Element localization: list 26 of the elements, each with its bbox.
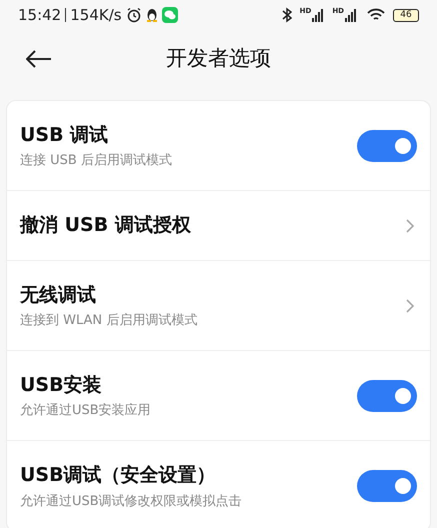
signal-icon bbox=[345, 8, 357, 22]
setting-title: USB 调试 bbox=[20, 122, 110, 148]
toggle-switch[interactable] bbox=[357, 470, 417, 502]
network-speed: 154K/s bbox=[70, 4, 122, 26]
page-title: 开发者选项 bbox=[165, 45, 272, 72]
status-time: 15:42 bbox=[18, 4, 62, 26]
setting-title: 无线调试 bbox=[20, 282, 97, 308]
chevron-icon[interactable] bbox=[405, 298, 415, 314]
alarm-clock-icon bbox=[126, 7, 142, 23]
setting-description: 允许通过USB安装应用 bbox=[20, 402, 152, 420]
wifi-icon bbox=[367, 8, 385, 22]
back-arrow-icon[interactable] bbox=[26, 50, 52, 68]
setting-title: 撤消 USB 调试授权 bbox=[20, 213, 192, 238]
setting-description: 允许通过USB调试修改权限或模拟点击 bbox=[20, 492, 243, 510]
toggle-switch[interactable] bbox=[357, 380, 417, 412]
penguin-icon bbox=[146, 8, 158, 22]
signal-icon bbox=[312, 8, 324, 22]
battery-indicator: 46 bbox=[393, 8, 419, 22]
chevron-icon[interactable] bbox=[405, 218, 415, 234]
setting-title: USB安装 bbox=[20, 372, 103, 398]
toggle-switch[interactable] bbox=[357, 130, 417, 162]
setting-description: 连接 USB 后启用调试模式 bbox=[20, 152, 173, 170]
chat-app-icon bbox=[162, 7, 178, 23]
setting-description: 连接到 WLAN 后启用调试模式 bbox=[20, 312, 198, 330]
setting-title: USB调试（安全设置） bbox=[20, 463, 217, 488]
bluetooth-icon bbox=[282, 7, 292, 23]
